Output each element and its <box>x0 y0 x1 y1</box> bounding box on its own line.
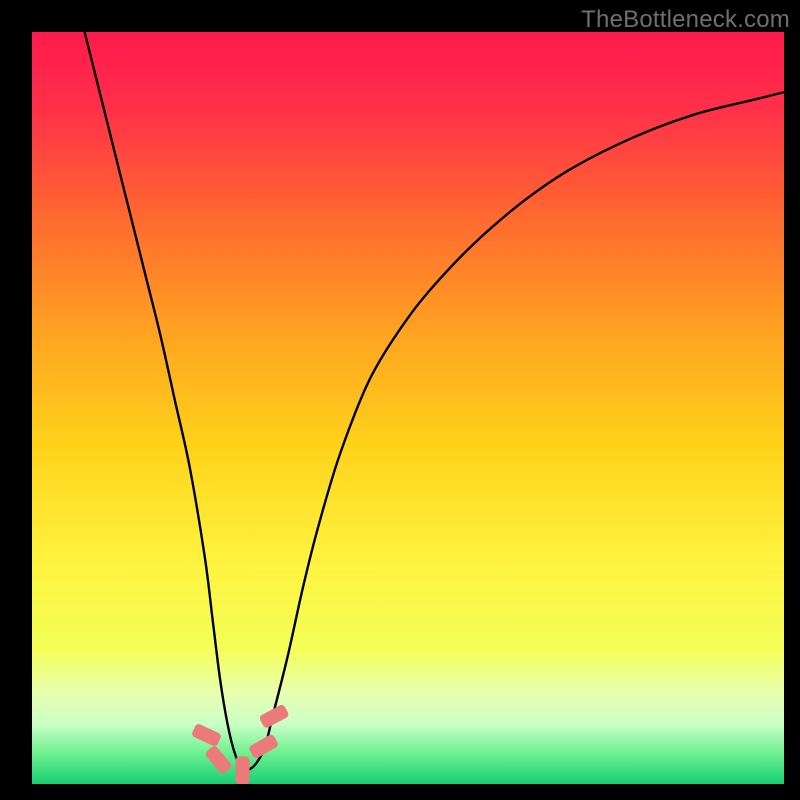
bottleneck-chart <box>32 32 784 784</box>
plot-area <box>32 32 784 784</box>
gradient-background <box>32 32 784 784</box>
watermark-text: TheBottleneck.com <box>581 6 790 34</box>
curve-marker <box>236 757 250 785</box>
chart-frame: TheBottleneck.com <box>0 0 800 800</box>
